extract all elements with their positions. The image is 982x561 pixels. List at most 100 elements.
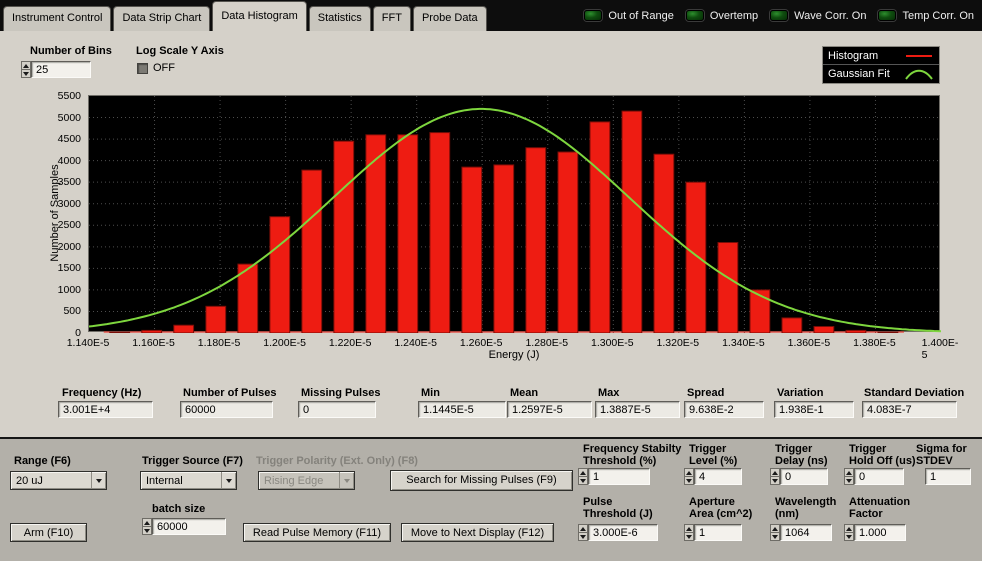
pulse-threshold-control[interactable]: 3.000E-6 [578,524,658,541]
variation-value: 1.938E-1 [774,401,854,418]
log-scale-checkbox[interactable] [137,63,148,74]
wavelength-label-line2: (nm) [775,508,799,520]
freq-stability-spinner[interactable] [578,468,588,485]
trigger-level-input[interactable]: 4 [694,468,742,485]
trigger-delay-increment-icon[interactable] [770,468,780,477]
range-dropdown[interactable]: 20 uJ [10,471,107,490]
batch-size-decrement-icon[interactable] [142,527,152,535]
trigger-holdoff-increment-icon[interactable] [844,468,854,477]
tab-statistics[interactable]: Statistics [309,6,371,31]
trigger-holdoff-input[interactable]: 0 [854,468,904,485]
aperture-spinner[interactable] [684,524,694,541]
sigma-label-line2: STDEV [916,455,953,467]
freq-stability-input[interactable]: 1 [588,468,650,485]
legend-histogram-row[interactable]: Histogram [823,47,939,65]
bins-spinner[interactable] [21,61,31,78]
pulse-threshold-decrement-icon[interactable] [578,533,588,541]
aperture-control[interactable]: 1 [684,524,742,541]
tab-data-histogram[interactable]: Data Histogram [212,1,306,31]
freq-stability-increment-icon[interactable] [578,468,588,477]
trigger-delay-spinner[interactable] [770,468,780,485]
batch-size-control[interactable]: 60000 [142,518,226,535]
trigger-level-spinner[interactable] [684,468,694,485]
batch-size-spinner[interactable] [142,518,152,535]
trigger-delay-label-line2: Delay (ns) [775,455,828,467]
wavelength-control[interactable]: 1064 [770,524,832,541]
sigma-input[interactable]: 1 [925,468,971,485]
x-tick-label: 1.200E-5 [263,337,306,349]
trigger-source-dropdown-arrow-icon[interactable] [221,472,236,489]
bins-decrement-icon[interactable] [21,70,31,78]
freq-stability-decrement-icon[interactable] [578,477,588,485]
y-tick-label: 5500 [58,90,81,102]
attenuation-control[interactable]: 1.000 [844,524,906,541]
x-tick-label: 1.160E-5 [132,337,175,349]
freq-stability-control[interactable]: 1 [578,468,650,485]
attenuation-spinner[interactable] [844,524,854,541]
trigger-holdoff-decrement-icon[interactable] [844,477,854,485]
spread-value: 9.638E-2 [684,401,764,418]
y-tick-label: 3000 [58,198,81,210]
batch-size-input[interactable]: 60000 [152,518,226,535]
trigger-level-decrement-icon[interactable] [684,477,694,485]
tab-data-strip-chart[interactable]: Data Strip Chart [113,6,210,31]
pulse-threshold-input[interactable]: 3.000E-6 [588,524,658,541]
read-pulse-memory-button[interactable]: Read Pulse Memory (F11) [243,523,391,542]
trigger-source-dropdown[interactable]: Internal [140,471,237,490]
trigger-delay-decrement-icon[interactable] [770,477,780,485]
wavelength-increment-icon[interactable] [770,524,780,533]
bins-value-input[interactable]: 25 [31,61,91,78]
tab-instrument-control[interactable]: Instrument Control [3,6,111,31]
batch-size-increment-icon[interactable] [142,518,152,527]
number-of-pulses-label: Number of Pulses [183,387,277,399]
log-scale-label: Log Scale Y Axis [136,45,224,57]
trigger-level-increment-icon[interactable] [684,468,694,477]
aperture-input[interactable]: 1 [694,524,742,541]
legend-gaussian-row[interactable]: Gaussian Fit [823,65,939,83]
out-of-range-led-icon [584,10,602,21]
move-next-display-button[interactable]: Move to Next Display (F12) [401,523,554,542]
trigger-level-control[interactable]: 4 [684,468,742,485]
trigger-delay-input[interactable]: 0 [780,468,828,485]
missing-pulses-value: 0 [298,401,376,418]
wavelength-spinner[interactable] [770,524,780,541]
histogram-line-icon [904,49,934,62]
tab-fft[interactable]: FFT [373,6,411,31]
trigger-holdoff-control[interactable]: 0 [844,468,904,485]
max-label: Max [598,387,619,399]
aperture-increment-icon[interactable] [684,524,694,533]
bins-increment-icon[interactable] [21,61,31,70]
wavelength-input[interactable]: 1064 [780,524,832,541]
y-tick-label: 2500 [58,219,81,231]
tab-strip: Instrument Control Data Strip Chart Data… [0,0,488,31]
aperture-decrement-icon[interactable] [684,533,694,541]
y-axis-labels: 0500100015002000250030003500400045005000… [17,96,84,333]
legend-gaussian-label: Gaussian Fit [828,68,890,80]
y-tick-label: 5000 [58,112,81,124]
range-dropdown-arrow-icon[interactable] [91,472,106,489]
attenuation-decrement-icon[interactable] [844,533,854,541]
trigger-polarity-label: Trigger Polarity (Ext. Only) (F8) [256,455,418,467]
attenuation-input[interactable]: 1.000 [854,524,906,541]
search-missing-pulses-button[interactable]: Search for Missing Pulses (F9) [390,470,573,491]
wave-corr-label: Wave Corr. On [794,10,866,22]
histogram-plot-svg [89,96,941,333]
number-of-bins-control[interactable]: 25 [21,61,91,78]
pulse-threshold-spinner[interactable] [578,524,588,541]
arm-button[interactable]: Arm (F10) [10,523,87,542]
y-tick-label: 3500 [58,176,81,188]
y-tick-label: 500 [63,305,81,317]
spread-label: Spread [687,387,724,399]
number-of-pulses-value: 60000 [180,401,273,418]
gaussian-curve-icon [904,68,934,81]
standard-deviation-label: Standard Deviation [864,387,964,399]
tab-bar: Instrument Control Data Strip Chart Data… [0,0,982,31]
wavelength-decrement-icon[interactable] [770,533,780,541]
trigger-delay-control[interactable]: 0 [770,468,828,485]
trigger-holdoff-spinner[interactable] [844,468,854,485]
pulse-threshold-increment-icon[interactable] [578,524,588,533]
max-value: 1.3887E-5 [595,401,680,418]
tab-probe-data[interactable]: Probe Data [413,6,487,31]
trigger-polarity-value: Rising Edge [259,472,339,489]
attenuation-increment-icon[interactable] [844,524,854,533]
